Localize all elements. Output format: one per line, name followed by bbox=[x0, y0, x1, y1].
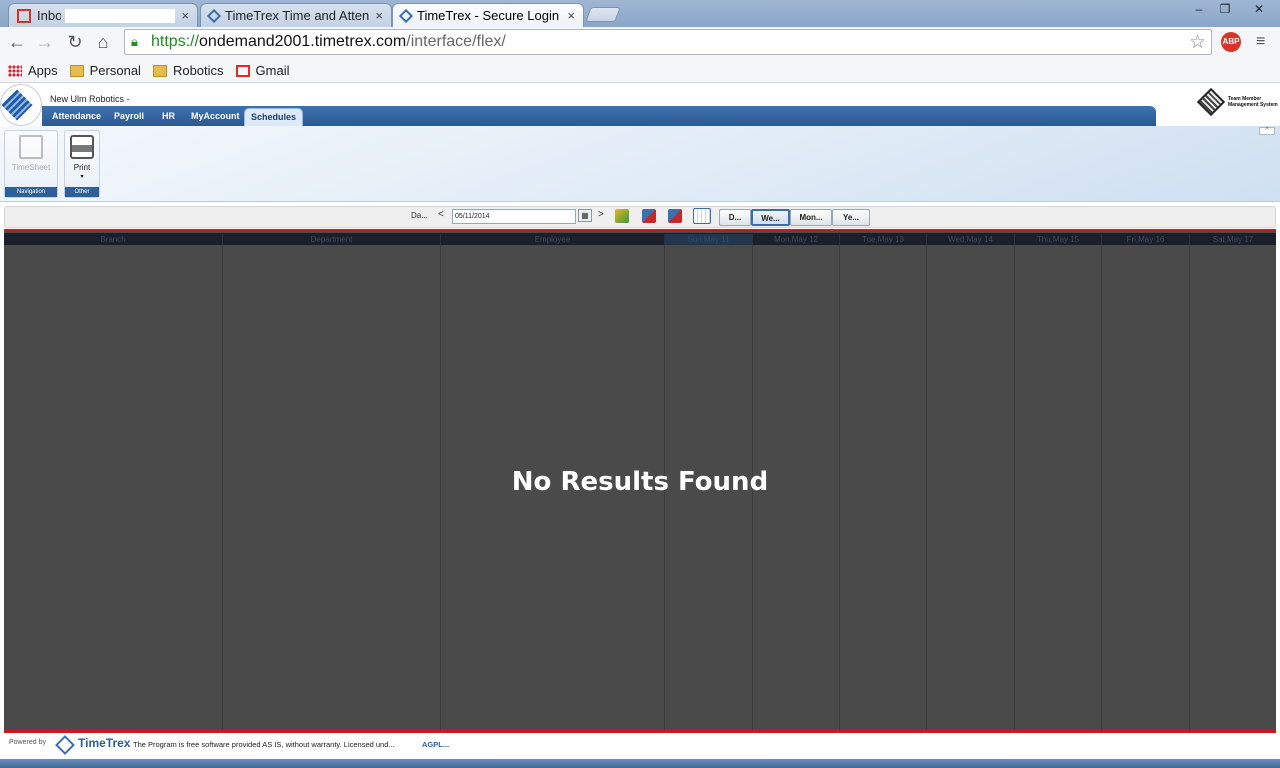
home-icon[interactable]: ⌂ bbox=[92, 31, 114, 53]
adblock-icon[interactable]: ABP bbox=[1221, 32, 1241, 52]
license-text: The Program is free software provided AS… bbox=[133, 740, 395, 749]
browser-tab-timetrex-attendance[interactable]: TimeTrex Time and Attendance × bbox=[200, 3, 392, 27]
menu-tab-myaccount[interactable]: MyAccount bbox=[185, 108, 246, 126]
column-header-branch[interactable]: Branch bbox=[4, 234, 222, 245]
browser-tab-timetrex-login[interactable]: TimeTrex - Secure Login × bbox=[392, 3, 584, 27]
week-view-button[interactable]: We... bbox=[751, 209, 790, 226]
ribbon-toolbar bbox=[0, 126, 1280, 202]
close-icon[interactable]: × bbox=[375, 8, 383, 23]
ribbon-group-navigation: TimeSheet Navigation bbox=[4, 130, 58, 198]
url-path: /interface/flex/ bbox=[406, 33, 506, 50]
redacted-region bbox=[65, 8, 176, 23]
powered-by-label: Powered by bbox=[9, 739, 46, 746]
close-icon[interactable]: × bbox=[567, 8, 575, 23]
month-view-button[interactable]: Mon... bbox=[790, 209, 832, 226]
date-label: Da... bbox=[411, 211, 428, 220]
bookmark-label: Robotics bbox=[172, 63, 224, 78]
timesheet-icon bbox=[19, 135, 43, 159]
folder-icon bbox=[152, 64, 167, 77]
date-input[interactable]: 05/11/2014 bbox=[452, 209, 576, 224]
column-header-mon[interactable]: Mon,May 12 bbox=[752, 234, 839, 245]
url-host: ondemand2001.timetrex.com bbox=[199, 33, 407, 50]
day-view-button[interactable]: D... bbox=[719, 209, 751, 226]
print-button[interactable]: Print ▾ bbox=[65, 131, 99, 187]
os-taskbar bbox=[0, 759, 1280, 768]
column-header-employee[interactable]: Employee bbox=[440, 234, 664, 245]
close-icon[interactable]: × bbox=[181, 8, 189, 23]
next-date-button[interactable]: > bbox=[598, 209, 604, 220]
gmail-icon bbox=[17, 8, 31, 23]
no-results-message: No Results Found bbox=[511, 467, 769, 497]
column-header-tue[interactable]: Tue,May 13 bbox=[839, 234, 926, 245]
menu-tab-schedules[interactable]: Schedules bbox=[244, 108, 304, 126]
bookmark-apps[interactable]: Apps bbox=[8, 63, 58, 78]
timesheet-button[interactable]: TimeSheet bbox=[5, 131, 57, 187]
bookmark-label: Personal bbox=[89, 63, 141, 78]
chrome-menu-icon[interactable]: ≡ bbox=[1256, 33, 1265, 51]
lock-icon: 🔒︎ bbox=[131, 34, 138, 49]
column-header-department[interactable]: Department bbox=[222, 234, 440, 245]
back-icon[interactable]: ← bbox=[6, 31, 28, 53]
bookmark-personal[interactable]: Personal bbox=[69, 63, 141, 78]
previous-date-button[interactable]: < bbox=[438, 209, 444, 220]
folder-icon bbox=[69, 64, 84, 77]
ribbon-group-other: Print ▾ Other bbox=[64, 130, 100, 198]
bookmark-label: Gmail bbox=[255, 63, 290, 78]
forward-icon[interactable]: → bbox=[34, 31, 56, 53]
agpl-link[interactable]: AGPL... bbox=[422, 740, 449, 749]
column-header-wed[interactable]: Wed,May 14 bbox=[926, 234, 1014, 245]
timetrex-logo-icon bbox=[398, 8, 414, 23]
bookmark-star-icon[interactable]: ☆ bbox=[1189, 31, 1206, 54]
gmail-icon bbox=[235, 64, 250, 77]
tab-title: TimeTrex - Secure Login bbox=[417, 8, 560, 23]
browser-tab-inbox[interactable]: Inbox - × bbox=[8, 3, 198, 27]
reload-icon[interactable]: ↻ bbox=[64, 31, 86, 53]
minimize-button[interactable]: – bbox=[1186, 0, 1212, 18]
column-header-thu[interactable]: Thu,May 15 bbox=[1014, 234, 1101, 245]
schedule-date-bar bbox=[4, 206, 1276, 228]
company-name: New Ulm Robotics - bbox=[50, 94, 130, 104]
close-window-button[interactable]: ✕ bbox=[1244, 0, 1274, 18]
menu-tab-payroll[interactable]: Payroll bbox=[108, 108, 150, 126]
menu-tab-attendance[interactable]: Attendance bbox=[46, 108, 107, 126]
collapse-ribbon-button[interactable]: ^ bbox=[1259, 127, 1275, 135]
week-grid-icon[interactable] bbox=[693, 208, 711, 224]
column-header-sat[interactable]: Sat,May 17 bbox=[1189, 234, 1276, 245]
ribbon-group-label: Navigation bbox=[5, 187, 57, 197]
column-header-fri[interactable]: Fri,May 16 bbox=[1101, 234, 1189, 245]
bookmark-gmail[interactable]: Gmail bbox=[235, 63, 290, 78]
ribbon-group-label: Other bbox=[65, 187, 99, 197]
show-all-employees-icon[interactable] bbox=[668, 209, 682, 223]
printer-icon bbox=[70, 135, 94, 159]
bookmarks-bar: Apps Personal Robotics Gmail bbox=[0, 59, 1280, 83]
print-label: Print bbox=[73, 163, 91, 172]
bookmark-robotics[interactable]: Robotics bbox=[152, 63, 224, 78]
apps-icon bbox=[8, 64, 22, 77]
tab-title: Inbox - bbox=[37, 8, 61, 23]
restore-button[interactable]: ❐ bbox=[1212, 0, 1238, 18]
bookmark-label: Apps bbox=[28, 63, 58, 78]
timetrex-logo-icon bbox=[206, 8, 222, 23]
footer-brand[interactable]: TimeTrex bbox=[78, 736, 130, 750]
column-header-sun[interactable]: Sun,May 11 bbox=[664, 234, 752, 245]
url-scheme: https:// bbox=[151, 33, 200, 50]
calendar-icon[interactable]: ▦ bbox=[578, 209, 592, 222]
timesheet-label: TimeSheet bbox=[11, 163, 51, 172]
menu-tab-hr[interactable]: HR bbox=[156, 108, 181, 126]
schedule-settings-icon[interactable] bbox=[615, 209, 629, 223]
tab-title: TimeTrex Time and Attendance bbox=[225, 8, 370, 23]
strict-range-icon[interactable] bbox=[642, 209, 656, 223]
company-logo-text: Team Member Management System bbox=[1228, 96, 1278, 108]
address-bar[interactable]: 🔒︎ https:// ondemand2001.timetrex.com /i… bbox=[124, 29, 1212, 55]
year-view-button[interactable]: Ye... bbox=[832, 209, 870, 226]
chevron-down-icon: ▾ bbox=[80, 174, 84, 180]
new-tab-button[interactable] bbox=[585, 7, 621, 22]
